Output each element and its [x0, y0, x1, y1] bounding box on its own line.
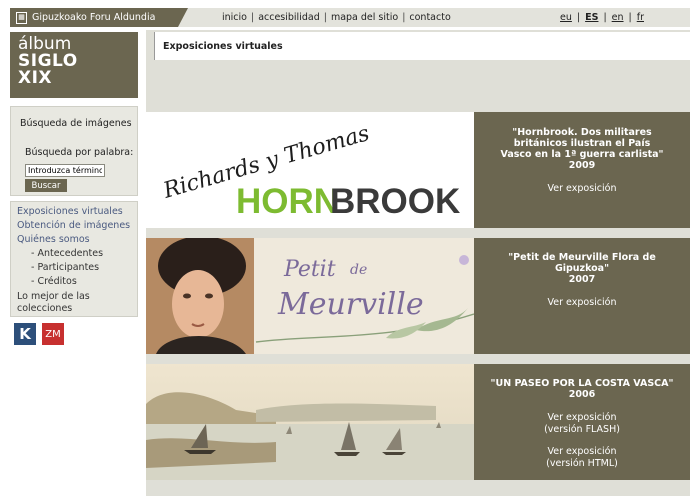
nav-separator: | — [250, 12, 255, 23]
hornbrook-banner[interactable]: Richards y Thomas HORN BROOK — [146, 112, 474, 228]
page-title: Exposiciones virtuales — [154, 32, 690, 60]
top-bar: ▦ Gipuzkoako Foru Aldundia inicio | acce… — [10, 8, 690, 27]
lang-en[interactable]: en — [612, 12, 624, 23]
hornbrook-brook-text: BROOK — [330, 182, 460, 221]
ver-exposicion-link[interactable]: Ver exposición — [474, 297, 690, 309]
main-nav: inicio | accesibilidad | mapa del sitio … — [222, 8, 451, 27]
search-input[interactable] — [25, 164, 105, 177]
sidebar-nav: Exposiciones virtuales Obtención de imág… — [10, 201, 138, 317]
lang-separator: | — [628, 12, 632, 23]
meurville-name-text: Meurville — [277, 287, 424, 322]
costa-vasca-banner[interactable] — [146, 364, 474, 480]
language-switcher: eu | ES | en | fr — [560, 8, 644, 27]
costa-vasca-info-panel: "UN PASEO POR LA COSTA VASCA" 2006 Ver e… — [474, 364, 690, 480]
brand-link[interactable]: ▦ Gipuzkoako Foru Aldundia — [10, 8, 178, 27]
brand-tip — [178, 8, 188, 27]
sidebar-item-obtencion[interactable]: Obtención de imágenes — [17, 219, 137, 233]
meurville-de-text: de — [350, 262, 367, 278]
botanical-flower — [459, 255, 469, 265]
sidebar-item-antecedentes[interactable]: - Antecedentes — [17, 247, 137, 261]
meurville-banner[interactable]: Petit de Meurville — [146, 238, 474, 354]
nav-inicio[interactable]: inicio — [222, 12, 247, 23]
meurville-info-panel: "Petit de Meurville Flora de Gipuzkoa" 2… — [474, 238, 690, 354]
sidebar-item-participantes[interactable]: - Participantes — [17, 261, 137, 275]
ver-exposicion-html-link[interactable]: Ver exposición (versión HTML) — [536, 446, 628, 470]
distant-hills — [256, 403, 436, 422]
search-button[interactable]: Buscar — [25, 179, 67, 192]
exhibition-year: 2009 — [568, 160, 596, 171]
exhibition-year: 2007 — [568, 274, 596, 285]
exhibition-year: 2006 — [568, 389, 596, 400]
exhibition-title: "Petit de Meurville Flora de Gipuzkoa" — [508, 252, 656, 274]
hornbrook-horn-text: HORN — [236, 182, 339, 221]
zm-logo-icon[interactable]: ZM — [42, 323, 64, 345]
lang-es[interactable]: ES — [585, 12, 598, 23]
album-siglo-xix-logo[interactable]: álbum SIGLO XIX — [10, 32, 138, 98]
ver-exposicion-link[interactable]: Ver exposición — [474, 183, 690, 195]
brand-label: Gipuzkoako Foru Aldundia — [32, 12, 156, 23]
exhibition-title: "UN PASEO POR LA COSTA VASCA" — [490, 378, 674, 389]
lang-fr[interactable]: fr — [637, 12, 644, 23]
meurville-petit-text: Petit — [283, 257, 336, 282]
nav-accesibilidad[interactable]: accesibilidad — [258, 12, 320, 23]
meurville-artwork: Petit de Meurville — [146, 238, 474, 354]
lang-separator: | — [576, 12, 581, 23]
k-logo-icon[interactable]: K — [14, 323, 36, 345]
logo-line-3: XIX — [18, 68, 53, 88]
search-label: Búsqueda por palabra: — [25, 147, 134, 158]
lang-eu[interactable]: eu — [560, 12, 572, 23]
nav-separator: | — [402, 12, 406, 23]
exhibition-title: "Hornbrook. Dos militares británicos ilu… — [500, 127, 664, 160]
sidebar-item-creditos[interactable]: - Créditos — [17, 275, 137, 289]
ver-exposicion-flash-link[interactable]: Ver exposición (versión FLASH) — [536, 412, 628, 436]
coat-of-arms-icon: ▦ — [16, 11, 27, 24]
sidebar-item-exposiciones[interactable]: Exposiciones virtuales — [17, 205, 137, 219]
lang-separator: | — [603, 12, 607, 23]
hornbrook-info-panel: "Hornbrook. Dos militares británicos ilu… — [474, 112, 690, 228]
nav-mapa-del-sitio[interactable]: mapa del sitio — [331, 12, 398, 23]
search-heading: Búsqueda de imágenes — [20, 118, 132, 129]
sidebar-item-lo-mejor[interactable]: Lo mejor de las colecciones — [17, 291, 137, 315]
portrait-face — [172, 270, 224, 338]
nav-separator: | — [323, 12, 327, 23]
nav-contacto[interactable]: contacto — [409, 12, 450, 23]
sidebar-item-quienes-somos[interactable]: Quiénes somos — [17, 233, 137, 247]
costa-vasca-artwork — [146, 364, 474, 480]
partner-logos: K ZM — [14, 323, 64, 345]
hornbrook-artwork: Richards y Thomas HORN BROOK — [160, 121, 460, 221]
image-search-panel: Búsqueda de imágenes Búsqueda por palabr… — [10, 106, 138, 196]
